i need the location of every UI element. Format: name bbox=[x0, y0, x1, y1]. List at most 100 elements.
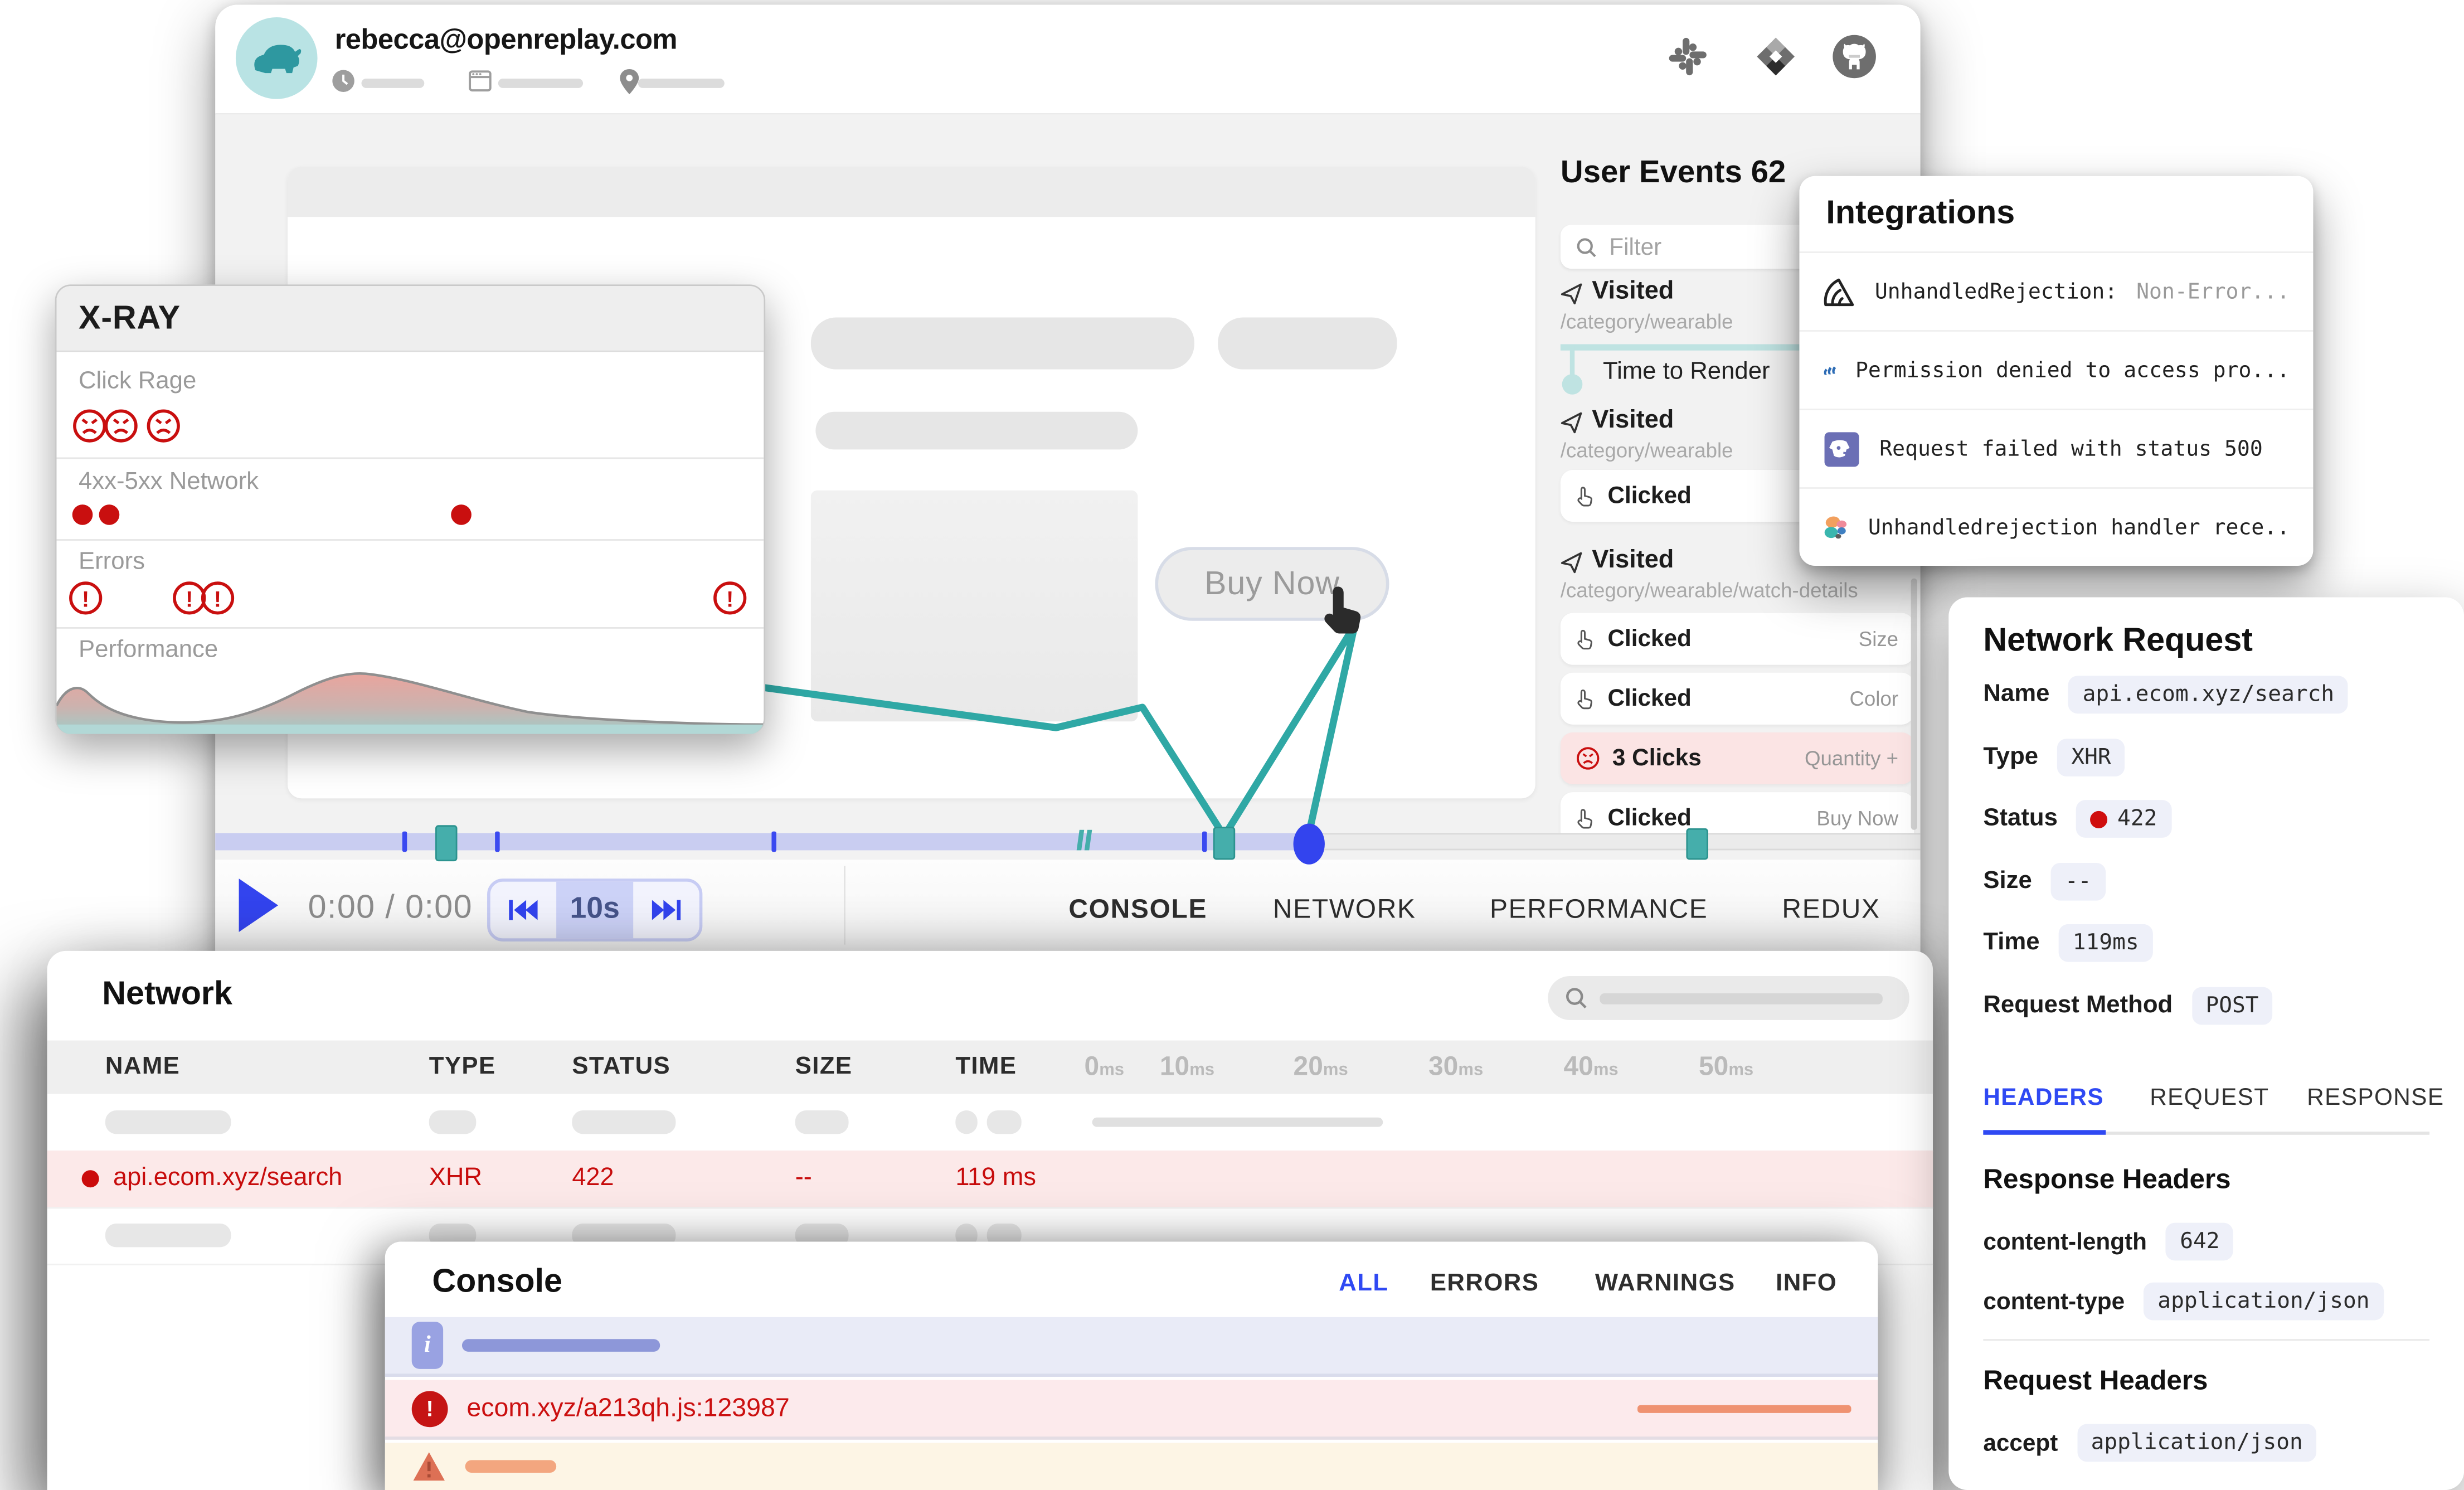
skip-back-button[interactable] bbox=[490, 882, 556, 939]
tab-errors[interactable]: ERRORS bbox=[1430, 1270, 1539, 1298]
network-error-dot bbox=[451, 504, 472, 525]
events-scrollbar[interactable] bbox=[1911, 579, 1917, 830]
slack-icon[interactable] bbox=[1668, 36, 1708, 77]
header-row: accept application/json bbox=[1983, 1424, 2317, 1462]
col-time[interactable]: TIME bbox=[955, 1053, 1017, 1081]
skeleton-cell bbox=[987, 1110, 1022, 1134]
buy-now-button[interactable]: Buy Now bbox=[1155, 547, 1389, 621]
cell-size: -- bbox=[795, 1164, 812, 1193]
log-skeleton bbox=[462, 1339, 660, 1352]
event-clicked-card[interactable]: Clicked Buy Now bbox=[1561, 792, 1914, 844]
event-visited[interactable]: Visited bbox=[1592, 407, 1674, 435]
warning-skeleton bbox=[465, 1460, 557, 1473]
filter-placeholder: Filter bbox=[1609, 234, 1661, 260]
integration-error-title: Request failed with status 500 bbox=[1879, 436, 2263, 461]
performance-sparkline bbox=[57, 654, 764, 734]
field-row: Name api.ecom.xyz/search bbox=[1983, 676, 2348, 714]
console-title: Console bbox=[432, 1264, 562, 1302]
rage-face-icon bbox=[104, 409, 138, 443]
waterfall-bar bbox=[1092, 1118, 1383, 1127]
jira-icon[interactable] bbox=[1754, 35, 1798, 79]
network-row-skeleton[interactable] bbox=[47, 1094, 1933, 1152]
event-visited[interactable]: Visited bbox=[1592, 547, 1674, 575]
console-info-row[interactable]: i bbox=[385, 1317, 1878, 1377]
event-clicked: Clicked bbox=[1607, 483, 1691, 509]
tab-warnings[interactable]: WARNINGS bbox=[1595, 1270, 1736, 1298]
skip-forward-button[interactable] bbox=[633, 882, 699, 939]
header-value: application/json bbox=[2077, 1424, 2317, 1462]
event-clicked-card[interactable]: Clicked Color bbox=[1561, 673, 1914, 725]
click-icon bbox=[1576, 807, 1595, 829]
elastic-icon bbox=[1823, 508, 1849, 546]
tab-info[interactable]: INFO bbox=[1776, 1270, 1837, 1298]
network-search-input[interactable] bbox=[1548, 976, 1909, 1020]
event-rage-clicks: 3 Clicks bbox=[1612, 745, 1702, 771]
col-name[interactable]: NAME bbox=[105, 1053, 180, 1081]
console-warning-row[interactable] bbox=[385, 1443, 1878, 1490]
header-value: application/json bbox=[2144, 1283, 2384, 1321]
xray-header: X-RAY bbox=[57, 286, 764, 352]
datadog-icon bbox=[1823, 430, 1861, 468]
error-icon: ! bbox=[69, 581, 102, 614]
timeline-col: 20ms bbox=[1294, 1051, 1348, 1083]
console-error-text: ecom.xyz/a213qh.js:123987 bbox=[466, 1394, 789, 1424]
cell-name: api.ecom.xyz/search bbox=[113, 1164, 342, 1193]
col-type[interactable]: TYPE bbox=[429, 1053, 496, 1081]
event-visited[interactable]: Visited bbox=[1592, 278, 1674, 307]
skip-back-icon bbox=[508, 897, 539, 923]
integration-error-title: UnhandledRejection: bbox=[1875, 279, 2117, 304]
divider bbox=[1983, 1339, 2429, 1341]
cell-time: 119 ms bbox=[955, 1164, 1036, 1193]
browser-icon bbox=[468, 69, 492, 93]
col-status[interactable]: STATUS bbox=[572, 1053, 670, 1081]
tab-redux[interactable]: REDUX bbox=[1782, 894, 1880, 925]
play-button[interactable] bbox=[236, 877, 280, 934]
visited-icon bbox=[1561, 552, 1582, 574]
click-icon bbox=[1576, 485, 1595, 507]
header-row: content-length 642 bbox=[1983, 1223, 2234, 1261]
error-icon: ! bbox=[412, 1390, 448, 1426]
divider bbox=[57, 458, 764, 459]
user-events-count: 62 bbox=[1751, 156, 1786, 190]
sentry-icon bbox=[1823, 274, 1856, 309]
integration-item[interactable]: Permission denied to access pro... bbox=[1799, 330, 2313, 409]
console-panel: Console ALL ERRORS WARNINGS INFO i ! eco… bbox=[385, 1241, 1878, 1489]
tab-performance[interactable]: PERFORMANCE bbox=[1490, 894, 1708, 925]
github-icon[interactable] bbox=[1831, 33, 1878, 80]
skip-controls: 10s bbox=[487, 879, 702, 941]
timeline-col: 10ms bbox=[1160, 1051, 1214, 1083]
xray-panel: X-RAY Click Rage 4xx-5xx Network Errors … bbox=[55, 284, 765, 734]
event-clicked-card[interactable]: Clicked Size bbox=[1561, 613, 1914, 665]
integration-error-title: Unhandledrejection handler rece.. bbox=[1868, 515, 2290, 540]
field-value: -- bbox=[2051, 863, 2106, 901]
tab-headers[interactable]: HEADERS bbox=[1983, 1085, 2104, 1112]
skeleton-cell bbox=[955, 1110, 977, 1134]
integration-item[interactable]: Unhandledrejection handler rece.. bbox=[1799, 487, 2313, 566]
waves-icon bbox=[1823, 353, 1836, 387]
event-rage-click-card[interactable]: 3 Clicks Quantity + bbox=[1561, 732, 1914, 784]
event-time-to-render[interactable]: Time to Render bbox=[1603, 358, 1770, 387]
avatar bbox=[236, 17, 318, 99]
event-clicked: Clicked bbox=[1607, 805, 1691, 832]
integration-item[interactable]: Request failed with status 500 bbox=[1799, 409, 2313, 487]
divider bbox=[57, 627, 764, 629]
header-name: content-length bbox=[1983, 1229, 2147, 1255]
col-size[interactable]: SIZE bbox=[795, 1053, 853, 1081]
error-skeleton bbox=[1637, 1404, 1851, 1412]
tab-network[interactable]: NETWORK bbox=[1273, 894, 1416, 925]
integration-item[interactable]: UnhandledRejection: Non-Error... bbox=[1799, 251, 2313, 330]
tab-all[interactable]: ALL bbox=[1339, 1270, 1388, 1298]
skip-interval-label[interactable]: 10s bbox=[556, 882, 633, 939]
field-label: Name bbox=[1983, 681, 2049, 709]
rage-click-icon bbox=[1576, 746, 1600, 770]
playback-time: 0:00 / 0:00 bbox=[308, 890, 473, 928]
clock-icon bbox=[332, 69, 355, 93]
tab-response[interactable]: RESPONSE bbox=[2307, 1085, 2444, 1112]
network-row-error[interactable]: api.ecom.xyz/search XHR 422 -- 119 ms bbox=[47, 1151, 1933, 1208]
console-error-row[interactable]: ! ecom.xyz/a213qh.js:123987 bbox=[385, 1380, 1878, 1440]
skeleton-cell bbox=[429, 1110, 477, 1134]
tab-request[interactable]: REQUEST bbox=[2150, 1085, 2269, 1112]
timeline-col: 50ms bbox=[1699, 1051, 1753, 1083]
timeline-col: 40ms bbox=[1564, 1051, 1619, 1083]
tab-console[interactable]: CONSOLE bbox=[1068, 894, 1207, 925]
